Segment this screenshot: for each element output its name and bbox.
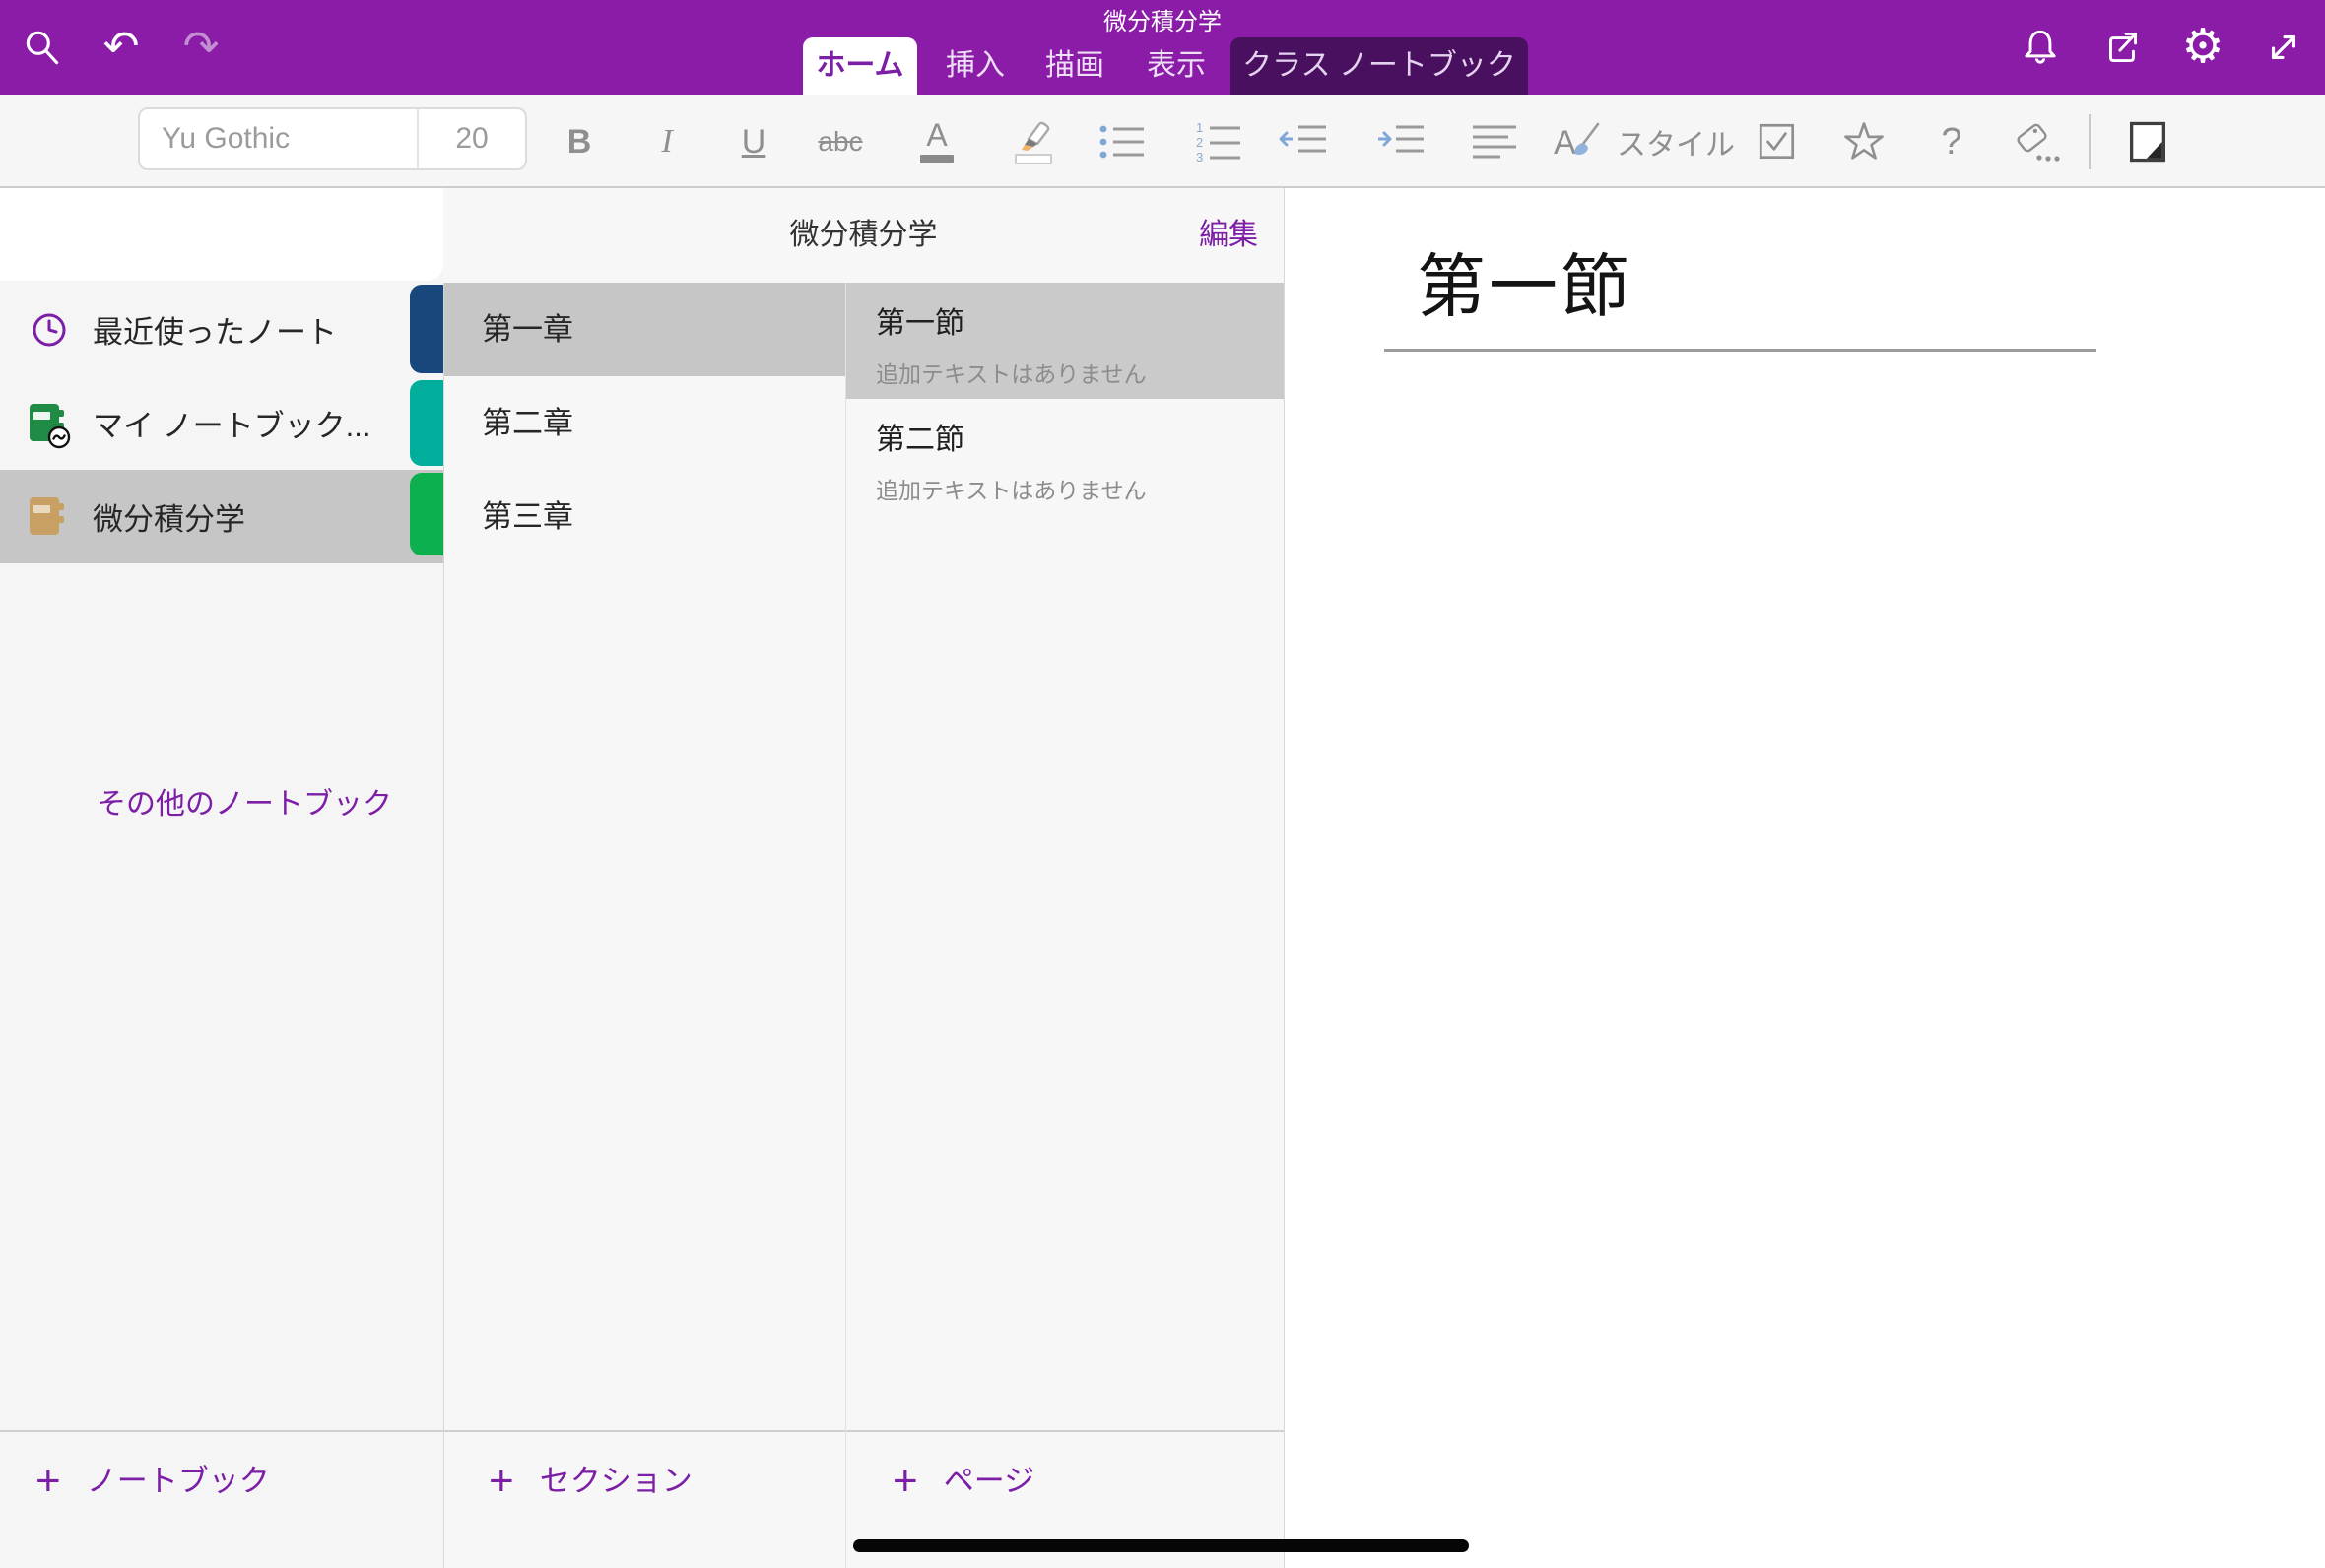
notebook-list-header: 微分積分学 編集 [443,188,1284,283]
indent-button[interactable] [1365,95,1436,188]
font-size-field[interactable]: 20 [417,109,525,168]
alignment-button[interactable] [1459,95,1530,188]
bold-button[interactable]: B [544,95,615,188]
page-item-2[interactable]: 第二節 追加テキストはありません [846,399,1285,515]
svg-text:2: 2 [1196,135,1203,150]
bullet-list-button[interactable] [1087,95,1158,188]
svg-text:3: 3 [1196,150,1203,163]
page-title: 第一節 [876,298,1285,342]
share-icon[interactable] [2097,22,2149,73]
highlighter-icon [1012,118,1055,152]
strikethrough-button[interactable]: abc [805,95,876,188]
title-underline-rule [1384,349,2096,352]
top-app-bar: 微分積分学 ↶ ↷ ホーム 挿入 描画 表示 クラス ノートブック ⚙ [0,0,2325,95]
window-title: 微分積分学 [0,2,2325,36]
page-subtitle: 追加テキストはありません [876,472,1285,505]
font-picker[interactable]: Yu Gothic 20 [138,107,527,170]
highlight-color-swatch [1015,154,1052,164]
home-indicator-bar[interactable] [853,1539,1469,1552]
section-item-3[interactable]: 第三章 [444,470,846,563]
sidebar-item-label: 微分積分学 [93,494,245,539]
page-title: 第二節 [876,415,1285,458]
notebook-color-tab-teal[interactable] [410,380,443,466]
plus-icon: + [35,1456,61,1507]
redo-icon[interactable]: ↷ [175,22,227,73]
page-item-1[interactable]: 第一節 追加テキストはありません [846,283,1285,399]
notifications-bell-icon[interactable] [2015,22,2066,73]
styles-brush-icon: A [1552,118,1603,165]
fullscreen-expand-icon[interactable] [2258,22,2309,73]
svg-text:1: 1 [1196,120,1203,135]
note-page-title[interactable]: 第一節 [1417,231,1632,331]
add-notebook-button[interactable]: + ノートブック [0,1430,443,1568]
todo-checkbox-button[interactable] [1742,95,1813,188]
section-item-1[interactable]: 第一章 [444,283,846,376]
onenote-app-window: 微分積分学 ↶ ↷ ホーム 挿入 描画 表示 クラス ノートブック ⚙ Yu G [0,0,2325,1568]
toolbar-divider [2089,114,2091,169]
notebook-color-tab-blue[interactable] [410,285,443,373]
question-tag-button[interactable]: ? [1916,95,1987,188]
sections-column: 第一章 第二章 第三章 + セクション [443,188,845,1568]
notebook-icon-green [28,400,71,447]
page-subtitle: 追加テキストはありません [876,356,1285,389]
plus-icon: + [489,1456,514,1507]
note-editor-canvas[interactable]: 第一節 [1284,188,2325,1568]
notebook-icon-tan [28,493,71,541]
formatting-toolbar: Yu Gothic 20 B I U abc A [0,95,2325,188]
outdent-button[interactable] [1268,95,1339,188]
highlighter-button[interactable] [998,95,1069,188]
sync-status-icon [47,425,71,449]
search-icon[interactable] [17,22,68,73]
notebook-header-title: 微分積分学 [443,188,1284,283]
underline-button[interactable]: U [718,95,789,188]
italic-button[interactable]: I [631,95,702,188]
tags-button[interactable] [2002,95,2073,188]
plus-icon: + [893,1456,918,1507]
sidebar-item-my-notebook[interactable]: マイ ノートブック... [0,376,443,470]
svg-text:A: A [1554,124,1576,162]
notebooks-sidebar: 最近使ったノート マイ ノートブック... [0,188,443,1568]
star-tag-button[interactable] [1828,95,1899,188]
edit-button[interactable]: 編集 [1199,188,1258,283]
page-color-button[interactable] [2112,95,2183,188]
sidebar-header-card [0,188,443,281]
section-item-2[interactable]: 第二章 [444,376,846,470]
styles-button[interactable]: A スタイル [1552,95,1735,188]
sidebar-item-calculus[interactable]: 微分積分学 [0,470,443,563]
pages-column: 第一節 追加テキストはありません 第二節 追加テキストはありません + ページ [845,188,1284,1568]
tab-view[interactable]: 表示 [1132,37,1221,95]
font-color-button[interactable]: A [901,95,972,188]
settings-gear-icon[interactable]: ⚙ [2177,22,2228,73]
sidebar-item-label: 最近使ったノート [93,307,337,352]
sidebar-item-label: マイ ノートブック... [93,401,370,445]
tab-draw[interactable]: 描画 [1030,37,1119,95]
notebook-color-tab-green[interactable] [410,473,443,555]
sidebar-item-recent-notes[interactable]: 最近使ったノート [0,283,443,376]
more-notebooks-link[interactable]: その他のノートブック [97,779,392,822]
add-section-button[interactable]: + セクション [444,1430,845,1568]
font-color-swatch [920,155,954,163]
tab-class-notebook[interactable]: クラス ノートブック [1230,37,1528,95]
font-name-field[interactable]: Yu Gothic [140,109,417,168]
undo-icon[interactable]: ↶ [96,22,147,73]
tab-home[interactable]: ホーム [803,37,917,95]
clock-icon [28,306,71,354]
numbered-list-button[interactable]: 123 [1183,95,1254,188]
tab-insert[interactable]: 挿入 [931,37,1020,95]
